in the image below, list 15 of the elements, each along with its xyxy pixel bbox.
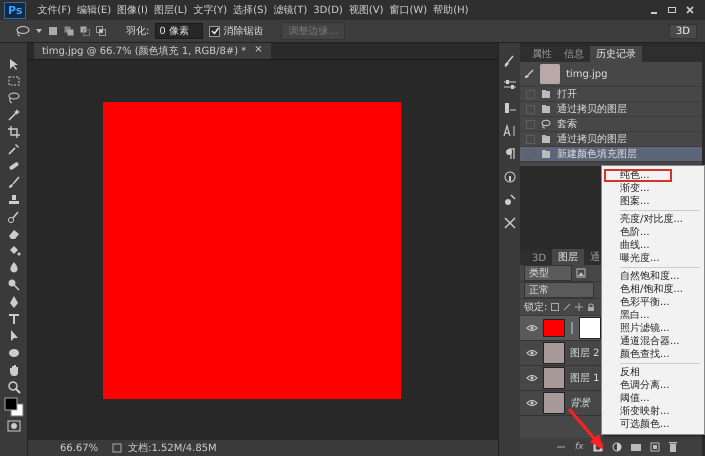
feather-label: 羽化: <box>126 25 150 38</box>
anti-alias-label: 消除锯齿 <box>223 24 264 38</box>
history-item-label: 通过拷贝的图层 <box>557 132 627 146</box>
layer-name: 图层 2 <box>570 347 600 360</box>
document-title: timg.jpg @ 66.7% (颜色填充 1, RGB/8#) * <box>42 44 246 58</box>
layer-name: 背景 <box>570 396 590 410</box>
snapshot-name: timg.jpg <box>566 68 608 80</box>
layer-name: 图层 1 <box>570 372 600 385</box>
app-logo: Ps <box>4 2 26 18</box>
history-item-label: 套索 <box>557 118 577 131</box>
document-size: 文档:1.52M/4.85M <box>128 442 217 455</box>
history-item-label: 通过拷贝的图层 <box>557 102 627 116</box>
history-item-label: 打开 <box>557 88 577 101</box>
lock-label: 锁定: <box>524 300 548 314</box>
history-item-label: 新建颜色填充图层 <box>557 148 637 161</box>
